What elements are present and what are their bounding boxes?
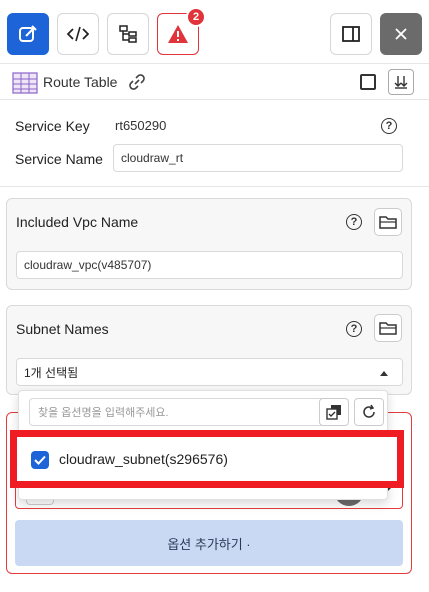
option-label: cloudraw_subnet(s296576) (59, 451, 228, 467)
vpc-section: Included Vpc Name ? cloudraw_vpc(v485707… (6, 198, 412, 290)
subnet-option-row[interactable]: cloudraw_subnet(s296576) (10, 430, 404, 488)
check-icon (34, 455, 46, 465)
option-checkbox[interactable] (31, 451, 49, 469)
subnet-select[interactable]: 1개 선택됨 (16, 358, 403, 386)
vpc-section-title: Included Vpc Name (16, 214, 139, 230)
refresh-button[interactable] (354, 398, 384, 426)
service-key-label: Service Key (15, 118, 90, 134)
code-icon (67, 26, 89, 42)
panel-toggle-button[interactable] (330, 13, 372, 55)
top-toolbar: 2 (0, 0, 429, 64)
caret-up-icon (380, 371, 388, 376)
copy-check-icon (326, 405, 341, 420)
refresh-icon (363, 404, 375, 418)
resource-title: Route Table (43, 74, 118, 90)
help-icon[interactable]: ? (346, 321, 362, 337)
route-table-icon (12, 72, 38, 94)
subnet-selected-count: 1개 선택됨 (24, 365, 79, 380)
warning-icon (168, 25, 188, 43)
subnet-section-title: Subnet Names (16, 321, 109, 337)
service-name-label: Service Name (15, 151, 103, 167)
service-name-input[interactable]: cloudraw_rt (113, 144, 403, 172)
edit-icon (19, 25, 37, 42)
hierarchy-icon (119, 25, 137, 43)
help-icon[interactable]: ? (346, 214, 362, 230)
divider (0, 186, 429, 187)
folder-icon (379, 216, 397, 229)
option-search-input[interactable]: 찾을 옵션명을 입력해주세요. (29, 398, 331, 426)
subnet-section: Subnet Names ? 1개 선택됨 (6, 305, 412, 395)
service-key-value: rt650290 (115, 118, 167, 133)
alert-count-badge: 2 (186, 7, 206, 27)
add-option-button[interactable]: 옵션 추가하기 · (15, 520, 403, 566)
close-button[interactable] (380, 13, 422, 55)
resource-titlebar: Route Table (0, 64, 429, 100)
folder-button[interactable] (374, 314, 402, 342)
tree-button[interactable] (107, 13, 149, 55)
sidebar-panel-icon (342, 26, 360, 42)
alert-button[interactable]: 2 (157, 7, 206, 55)
sort-button[interactable] (388, 69, 414, 95)
folder-icon (379, 322, 397, 335)
edit-button[interactable] (7, 13, 49, 55)
link-icon[interactable] (128, 73, 146, 91)
select-all-button[interactable] (319, 398, 349, 426)
sort-down-icon (394, 76, 408, 89)
code-button[interactable] (57, 13, 99, 55)
close-icon (395, 28, 407, 40)
folder-button[interactable] (374, 208, 402, 236)
vpc-name-input[interactable]: cloudraw_vpc(v485707) (16, 251, 403, 279)
help-icon[interactable]: ? (381, 118, 397, 134)
checkbox-square-button[interactable] (360, 74, 376, 90)
